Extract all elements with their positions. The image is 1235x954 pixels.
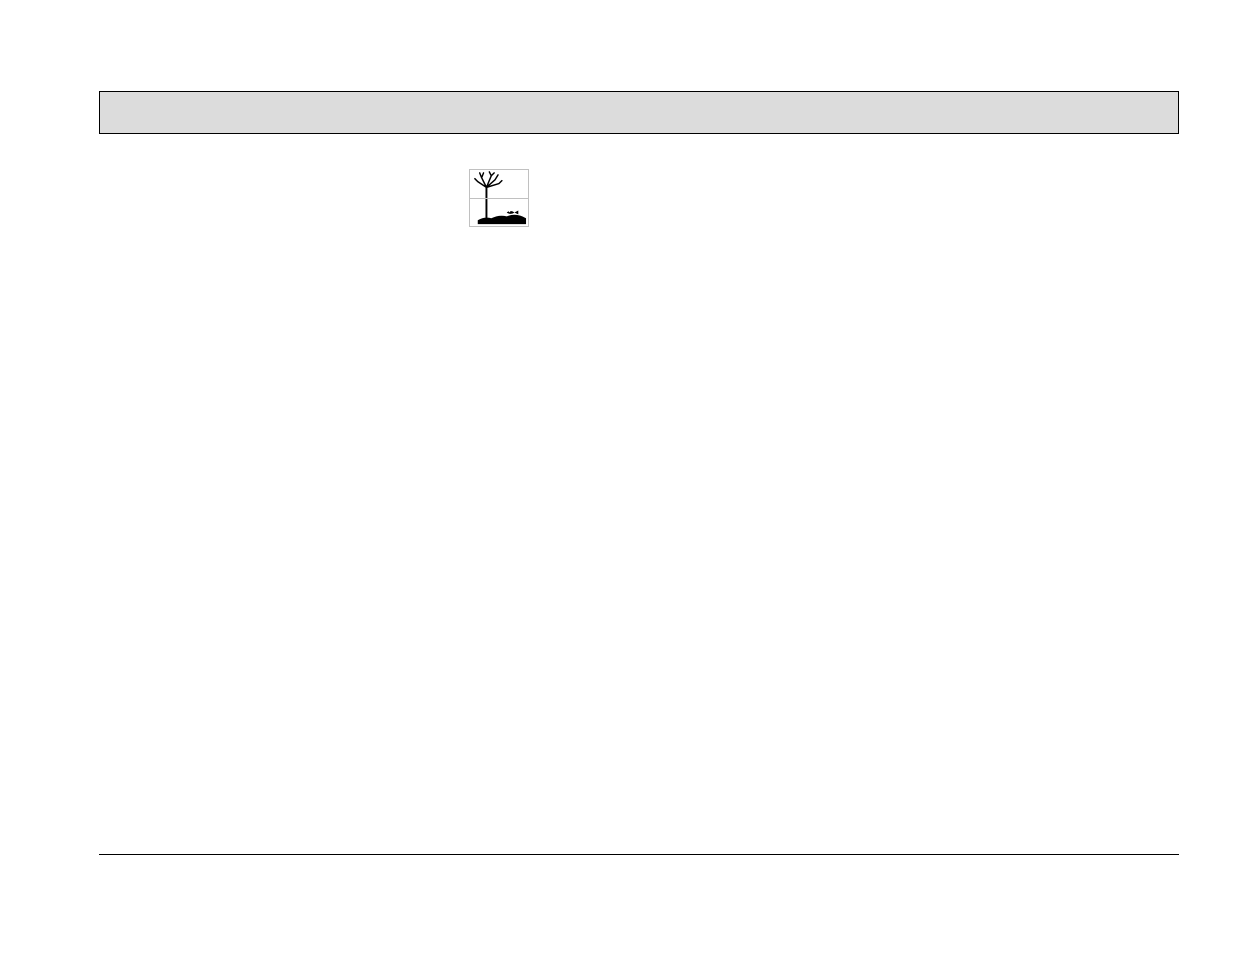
divider-line: [470, 198, 528, 199]
footer-divider: [99, 854, 1179, 855]
header-bar: [99, 91, 1179, 134]
environmental-hazard-pictogram: [469, 169, 529, 227]
